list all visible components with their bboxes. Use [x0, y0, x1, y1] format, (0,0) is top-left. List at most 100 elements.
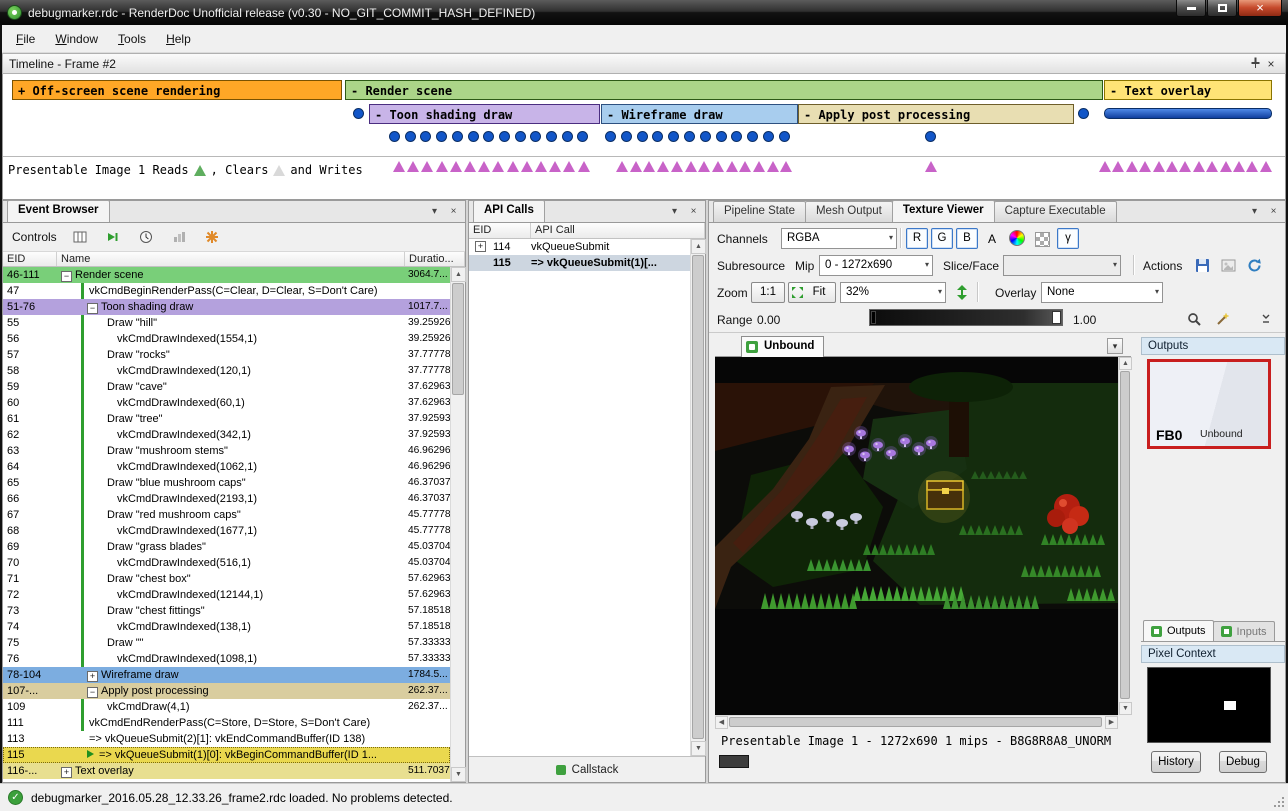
blue-channel-button[interactable]: B — [956, 228, 978, 249]
panel-menu-icon[interactable]: ▾ — [427, 205, 442, 220]
row-expander[interactable]: − — [61, 271, 72, 282]
event-row[interactable]: 66vkCmdDrawIndexed(2193,1)46.37037 — [3, 491, 450, 507]
tab-capture-executable[interactable]: Capture Executable — [994, 201, 1117, 222]
save-icon[interactable] — [1191, 254, 1213, 276]
event-row[interactable]: 67Draw "red mushroom caps"45.77778 — [3, 507, 450, 523]
pin-icon[interactable] — [1247, 57, 1263, 71]
column-eid[interactable]: EID — [3, 252, 57, 266]
event-row[interactable]: 75Draw ""57.33333 — [3, 635, 450, 651]
event-row[interactable]: 73Draw "chest fittings"57.18518 — [3, 603, 450, 619]
row-expander[interactable]: + — [61, 767, 72, 778]
mip-select[interactable]: 0 - 1272x690 ▾ — [819, 255, 933, 276]
channels-select[interactable]: RGBA ▾ — [781, 228, 897, 249]
checkerboard-icon[interactable] — [1031, 228, 1053, 250]
event-dot[interactable] — [452, 131, 463, 142]
time-draws-icon[interactable] — [136, 227, 156, 247]
event-row[interactable]: 63Draw "mushroom stems"46.96296 — [3, 443, 450, 459]
menu-item-tools[interactable]: Tools — [108, 27, 156, 51]
scrollbar-thumb[interactable] — [1120, 371, 1130, 699]
debug-button[interactable]: Debug — [1219, 751, 1267, 773]
tab-mesh-output[interactable]: Mesh Output — [805, 201, 893, 222]
refresh-icon[interactable] — [1243, 254, 1265, 276]
event-bar[interactable] — [1104, 108, 1272, 119]
event-row[interactable]: 111vkCmdEndRenderPass(C=Store, D=Store, … — [3, 715, 450, 731]
zoom-1to1-button[interactable]: 1:1 — [751, 282, 785, 303]
export-icon[interactable] — [1217, 254, 1239, 276]
event-dot[interactable] — [731, 131, 742, 142]
tab-outputs[interactable]: Outputs — [1143, 620, 1214, 641]
scroll-left-icon[interactable]: ◀ — [715, 716, 728, 729]
event-row[interactable]: 78-104+Wireframe draw1784.5... — [3, 667, 450, 683]
scrollbar-thumb[interactable] — [452, 283, 464, 395]
event-row[interactable]: 113=> vkQueueSubmit(2)[1]: vkEndCommandB… — [3, 731, 450, 747]
event-row[interactable]: 60vkCmdDrawIndexed(60,1)37.62963 — [3, 395, 450, 411]
panel-close-icon[interactable]: × — [446, 205, 461, 220]
maximize-button[interactable] — [1207, 0, 1237, 17]
bookmark-icon[interactable] — [202, 227, 222, 247]
menu-item-window[interactable]: Window — [45, 27, 108, 51]
timeline-canvas[interactable]: Presentable Image 1 Reads , Clears and W… — [2, 74, 1286, 200]
event-row[interactable]: 58vkCmdDrawIndexed(120,1)37.77778 — [3, 363, 450, 379]
slice-face-select[interactable]: ▾ — [1003, 255, 1121, 276]
scroll-down-icon[interactable]: ▼ — [451, 767, 466, 782]
wand-icon[interactable] — [1211, 308, 1233, 330]
event-dot[interactable] — [925, 131, 936, 142]
event-row[interactable]: 68vkCmdDrawIndexed(1677,1)45.77778 — [3, 523, 450, 539]
zoom-level-combo[interactable]: 32% ▾ — [840, 282, 946, 303]
range-black-handle[interactable] — [871, 311, 876, 324]
event-dot[interactable] — [436, 131, 447, 142]
event-dot[interactable] — [405, 131, 416, 142]
event-row[interactable]: 72vkCmdDrawIndexed(12144,1)57.62963 — [3, 587, 450, 603]
fb0-thumbnail[interactable]: FB0 Unbound — [1147, 359, 1271, 449]
event-row[interactable]: 69Draw "grass blades"45.03704 — [3, 539, 450, 555]
menu-item-help[interactable]: Help — [156, 27, 201, 51]
column-name[interactable]: Name — [57, 252, 405, 266]
panel-close-icon[interactable]: × — [686, 205, 701, 220]
event-row[interactable]: 115=> vkQueueSubmit(1)[0]: vkBeginComman… — [3, 747, 450, 763]
event-row[interactable]: 62vkCmdDrawIndexed(342,1)37.92593 — [3, 427, 450, 443]
event-dot[interactable] — [779, 131, 790, 142]
scroll-down-icon[interactable]: ▼ — [1119, 702, 1132, 715]
alpha-channel-button[interactable]: A — [981, 228, 1003, 250]
timeline-block[interactable]: - Apply post processing — [798, 104, 1074, 124]
timeline-block[interactable]: - Wireframe draw — [601, 104, 798, 124]
event-row[interactable]: 46-111−Render scene3064.7... — [3, 267, 450, 283]
stats-icon[interactable] — [169, 227, 189, 247]
event-row[interactable]: 55Draw "hill"39.25926 — [3, 315, 450, 331]
callstack-section[interactable]: Callstack — [469, 756, 705, 782]
event-row[interactable]: 71Draw "chest box"57.62963 — [3, 571, 450, 587]
scroll-up-icon[interactable]: ▲ — [691, 239, 706, 254]
event-dot[interactable] — [747, 131, 758, 142]
timeline-close-icon[interactable]: × — [1263, 57, 1279, 71]
tab-texture-viewer[interactable]: Texture Viewer — [892, 200, 995, 222]
scrollbar-thumb[interactable] — [729, 717, 1102, 727]
event-dot[interactable] — [684, 131, 695, 142]
tab-pipeline-state[interactable]: Pipeline State — [713, 201, 806, 222]
column-api-call[interactable]: API Call — [531, 223, 705, 238]
magnifier-icon[interactable] — [1183, 308, 1205, 330]
tab-event-browser[interactable]: Event Browser — [7, 200, 110, 222]
tab-api-calls[interactable]: API Calls — [473, 200, 545, 222]
panel-menu-icon[interactable]: ▾ — [1247, 205, 1262, 220]
green-channel-button[interactable]: G — [931, 228, 953, 249]
event-dot[interactable] — [420, 131, 431, 142]
event-row[interactable]: 65Draw "blue mushroom caps"46.37037 — [3, 475, 450, 491]
scroll-down-icon[interactable]: ▼ — [691, 741, 706, 756]
api-row[interactable]: +114vkQueueSubmit — [469, 239, 690, 255]
flip-y-icon[interactable] — [951, 281, 973, 303]
minimize-button[interactable] — [1176, 0, 1206, 17]
event-row[interactable]: 47vkCmdBeginRenderPass(C=Clear, D=Clear,… — [3, 283, 450, 299]
event-dot[interactable] — [668, 131, 679, 142]
close-button[interactable]: × — [1238, 0, 1282, 17]
event-row[interactable]: 57Draw "rocks"37.77778 — [3, 347, 450, 363]
texture-vscrollbar[interactable]: ▲ ▼ — [1118, 357, 1131, 715]
event-row[interactable]: 116-...+Text overlay511.7037 — [3, 763, 450, 779]
toolbar-overflow-icon[interactable] — [1255, 308, 1277, 330]
event-dot[interactable] — [389, 131, 400, 142]
event-dot[interactable] — [468, 131, 479, 142]
event-row[interactable]: 61Draw "tree"37.92593 — [3, 411, 450, 427]
event-row[interactable]: 70vkCmdDrawIndexed(516,1)45.03704 — [3, 555, 450, 571]
texture-hscrollbar[interactable]: ◀ ▶ — [715, 715, 1118, 728]
column-duration[interactable]: Duratio... — [405, 252, 465, 266]
event-dot[interactable] — [353, 108, 364, 119]
